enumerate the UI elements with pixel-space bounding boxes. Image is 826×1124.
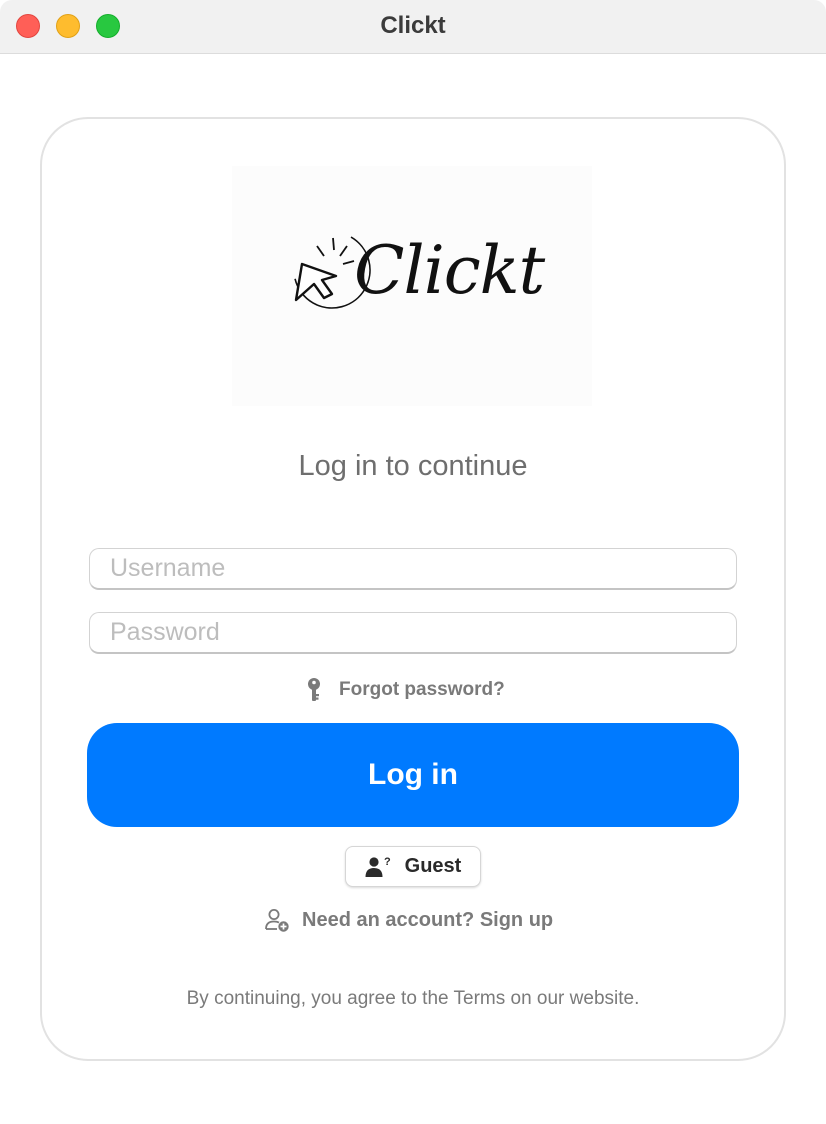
signup-label: Need an account? Sign up	[302, 908, 554, 931]
login-heading: Log in to continue	[298, 450, 528, 482]
guest-button[interactable]: ? Guest	[345, 846, 481, 887]
svg-text:?: ?	[384, 856, 391, 868]
app-window: Clickt Clickt Log in to continue Forgot …	[0, 0, 826, 1124]
username-input[interactable]	[89, 548, 737, 590]
terms-notice: By continuing, you agree to the Terms on…	[186, 988, 640, 1009]
title-bar: Clickt	[0, 0, 826, 54]
key-icon	[308, 678, 320, 701]
forgot-password-link[interactable]: Forgot password?	[305, 676, 505, 704]
person-question-icon: ?	[365, 856, 391, 877]
signup-link[interactable]: Need an account? Sign up	[264, 905, 553, 935]
forgot-password-label: Forgot password?	[339, 679, 505, 700]
person-add-icon	[265, 909, 289, 932]
guest-label: Guest	[404, 855, 462, 877]
password-input[interactable]	[89, 612, 737, 654]
login-button[interactable]: Log in	[87, 723, 739, 827]
logo-wordmark: Clickt	[354, 232, 545, 309]
window-title: Clickt	[380, 12, 446, 39]
app-logo: Clickt	[232, 166, 592, 406]
